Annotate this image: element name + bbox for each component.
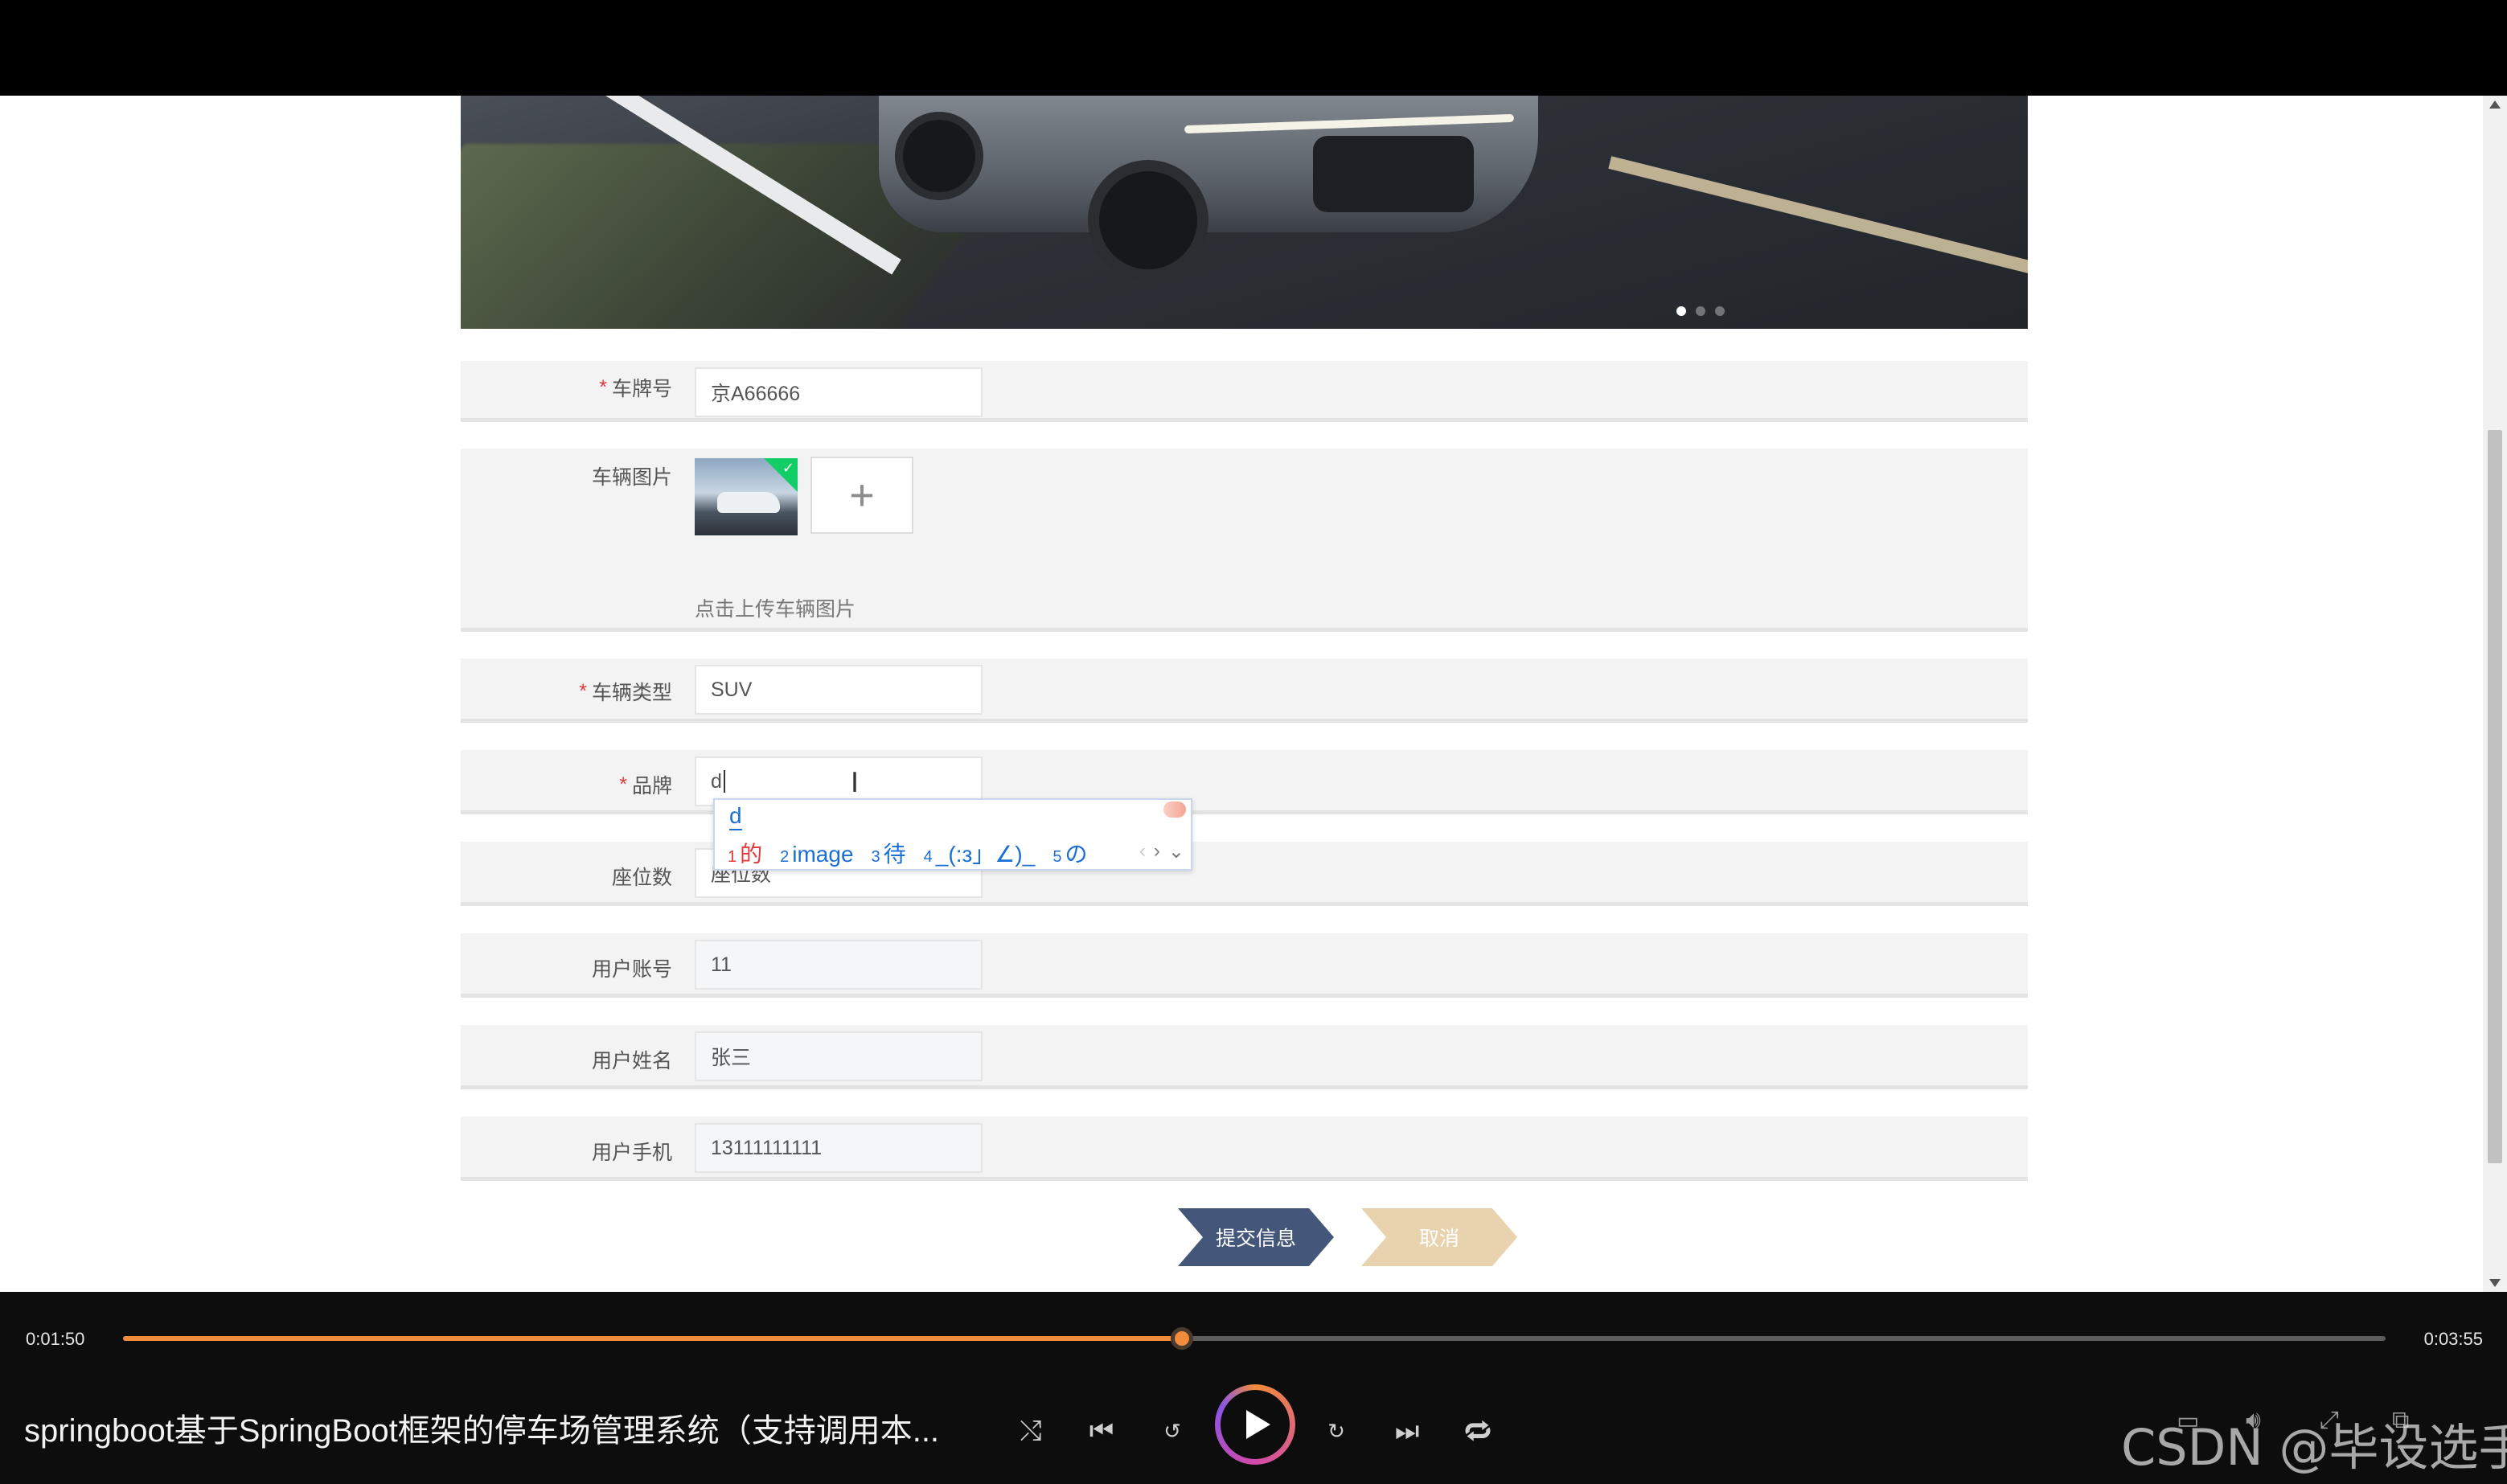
progress-fill (123, 1336, 1182, 1341)
brand-label: * 品牌 (619, 758, 672, 811)
type-input[interactable]: SUV (695, 665, 983, 715)
phone-label: 用户手机 (592, 1125, 672, 1178)
ime-logo-icon (1163, 801, 1186, 818)
video-title: springboot基于SpringBoot框架的停车场管理系统（支持调用本..… (24, 1413, 940, 1449)
account-label-text: 用户账号 (591, 958, 672, 981)
seats-label-text: 座位数 (611, 867, 672, 889)
candidate-number: 3 (871, 848, 880, 866)
form-row-type: * 车辆类型 SUV (461, 658, 2028, 723)
required-mark: * (599, 375, 607, 399)
screen: * 车牌号 京A66666 车辆图片 ✓ + 点击上传车辆图片 * 车辆类型 SUV (0, 0, 2507, 1484)
form-row-account: 用户账号 11 (461, 933, 2028, 998)
seats-label: 座位数 (612, 850, 672, 903)
candidate-number: 2 (780, 848, 790, 866)
play-icon (1246, 1410, 1270, 1439)
current-time: 0:01:50 (26, 1329, 85, 1349)
type-value: SUV (711, 678, 753, 701)
text-cursor-icon: I (851, 767, 860, 799)
scroll-up-icon[interactable] (2489, 100, 2501, 109)
account-input[interactable]: 11 (695, 940, 983, 990)
carousel-dot[interactable] (1696, 306, 1705, 316)
form-row-name: 用户姓名 张三 (461, 1025, 2028, 1089)
required-mark: * (579, 679, 587, 703)
ime-candidate[interactable]: 2 image (780, 842, 853, 867)
upload-add-button[interactable]: + (810, 457, 913, 534)
upload-hint: 点击上传车辆图片 (695, 598, 856, 621)
carousel-dot[interactable] (1676, 306, 1686, 316)
name-value: 张三 (711, 1047, 752, 1069)
form-row-phone: 用户手机 13111111111 (461, 1117, 2028, 1181)
ime-composition: d (729, 803, 742, 830)
total-time: 0:03:55 (2423, 1329, 2483, 1349)
plus-icon: + (849, 471, 875, 519)
banner-carousel[interactable] (461, 96, 2028, 329)
candidate-number: 1 (728, 848, 737, 866)
type-label: * 车辆类型 (579, 665, 672, 718)
banner-road-line (1608, 156, 2028, 289)
candidate-text: _(:з」∠)_ (935, 842, 1036, 867)
candidate-text: の (1065, 842, 1088, 867)
form-row-seats: 座位数 座位数 (461, 842, 2028, 906)
scroll-down-icon[interactable] (2489, 1279, 2501, 1287)
required-mark: * (619, 773, 627, 796)
candidate-number: 4 (923, 848, 933, 866)
plate-input[interactable]: 京A66666 (695, 367, 983, 417)
brand-label-text: 品牌 (631, 775, 672, 797)
name-label: 用户姓名 (592, 1033, 672, 1086)
name-input[interactable]: 张三 (695, 1031, 983, 1081)
phone-label-text: 用户手机 (591, 1142, 672, 1164)
ime-candidate[interactable]: 4 _(:з」∠)_ (924, 837, 1036, 869)
ime-candidate-popup[interactable]: d 1的 2 image 3待 4 _(:з」∠)_ 5の ‹ › ⌄ (713, 798, 1192, 871)
account-label: 用户账号 (592, 941, 672, 994)
browser-viewport: * 车牌号 京A66666 车辆图片 ✓ + 点击上传车辆图片 * 车辆类型 SUV (0, 96, 2507, 1292)
candidate-text: image (792, 842, 854, 867)
ime-next-icon[interactable]: › (1154, 840, 1160, 863)
form-row-brand: * 品牌 d (461, 750, 2028, 814)
carousel-dot[interactable] (1715, 306, 1725, 316)
text-caret (723, 770, 725, 793)
ime-expand-icon[interactable]: ⌄ (1168, 840, 1184, 863)
candidate-number: 5 (1052, 848, 1062, 866)
csdn-watermark: CSDN @毕设选手 (2121, 1418, 2507, 1477)
phone-input[interactable]: 13111111111 (695, 1123, 983, 1173)
forward-30-icon[interactable]: ↻ (1318, 1412, 1355, 1449)
ime-nav: ‹ › ⌄ (1139, 840, 1184, 863)
images-label-text: 车辆图片 (591, 466, 672, 489)
rewind-10-icon[interactable]: ↺ (1154, 1412, 1191, 1449)
vehicle-form: * 车牌号 京A66666 车辆图片 ✓ + 点击上传车辆图片 * 车辆类型 SUV (461, 361, 2028, 1181)
progress-knob[interactable] (1170, 1327, 1193, 1350)
type-label-text: 车辆类型 (591, 682, 672, 704)
form-row-images: 车辆图片 ✓ + 点击上传车辆图片 (461, 449, 2028, 632)
plate-value: 京A66666 (711, 383, 801, 405)
plate-label-text: 车牌号 (611, 378, 672, 400)
uploaded-car-thumbnail[interactable]: ✓ (695, 458, 798, 535)
carousel-indicators (1676, 306, 1725, 318)
scrollbar-thumb[interactable] (2488, 430, 2502, 1163)
ime-candidate[interactable]: 5の (1052, 837, 1087, 869)
ime-candidate[interactable]: 3待 (872, 837, 906, 869)
ime-candidate-list: 1的 2 image 3待 4 _(:з」∠)_ 5の (728, 837, 1087, 869)
account-value: 11 (711, 953, 732, 976)
candidate-text: 的 (740, 842, 763, 867)
next-track-icon[interactable]: ⏭ (1389, 1412, 1426, 1449)
check-icon: ✓ (782, 460, 794, 476)
images-label: 车辆图片 (592, 458, 672, 494)
name-label-text: 用户姓名 (591, 1050, 672, 1072)
banner-car-image (879, 96, 1538, 281)
form-row-plate: * 车牌号 京A66666 (461, 361, 2028, 422)
brand-value: d (711, 769, 722, 793)
previous-track-icon[interactable]: ⏮ (1083, 1412, 1120, 1449)
page-scrollbar[interactable] (2483, 96, 2507, 1292)
plate-label: * 车牌号 (599, 361, 672, 414)
ime-candidate[interactable]: 1的 (728, 837, 762, 869)
candidate-text: 待 (883, 842, 906, 867)
play-button[interactable] (1215, 1384, 1295, 1465)
progress-bar[interactable] (123, 1327, 2386, 1350)
repeat-icon[interactable]: 🔁︎ (1459, 1412, 1496, 1449)
shuffle-icon[interactable]: ⤭ (1012, 1412, 1049, 1449)
phone-value: 13111111111 (711, 1136, 823, 1159)
ime-prev-icon[interactable]: ‹ (1139, 840, 1146, 863)
